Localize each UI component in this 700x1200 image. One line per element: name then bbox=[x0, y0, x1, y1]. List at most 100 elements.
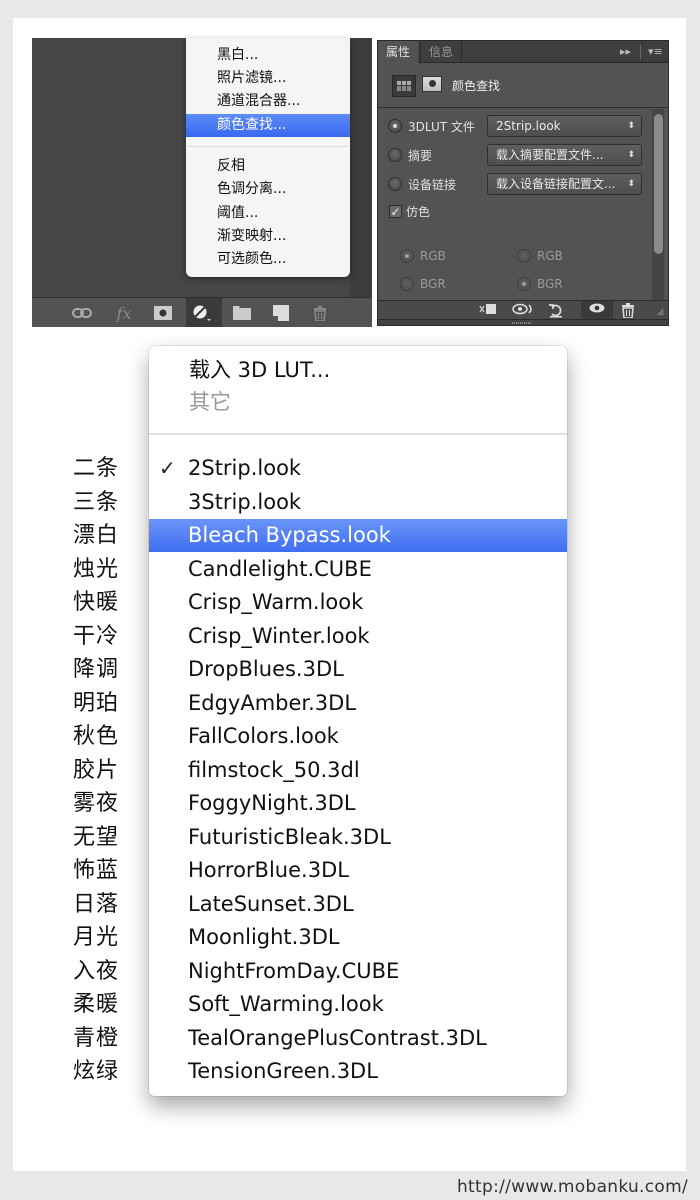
layer-mask-icon[interactable] bbox=[422, 76, 442, 92]
mask-icon[interactable] bbox=[153, 304, 173, 322]
lut-item[interactable]: filmstock_50.3dl bbox=[149, 754, 567, 787]
lut-item-label: NightFromDay.CUBE bbox=[188, 958, 400, 983]
lut-item-label: DropBlues.3DL bbox=[188, 657, 344, 681]
lut-item[interactable]: Bleach Bypass.look bbox=[149, 519, 567, 552]
scrollbar-thumb[interactable] bbox=[654, 114, 663, 254]
resize-grip-icon[interactable]: ◢ bbox=[650, 307, 670, 317]
label-abstract: 摘要 bbox=[408, 148, 433, 163]
lut-item[interactable]: LateSunset.3DL bbox=[149, 888, 567, 921]
radio-device-link[interactable] bbox=[388, 177, 402, 191]
menu-item-photo-filter[interactable]: 照片滤镜... bbox=[186, 67, 350, 90]
lut-item[interactable]: Soft_Warming.look bbox=[149, 988, 567, 1021]
chinese-name-label: 月光 bbox=[73, 925, 120, 950]
lut-item[interactable]: DropBlues.3DL bbox=[149, 653, 567, 686]
adjustment-icon[interactable] bbox=[192, 304, 212, 322]
lut-item[interactable]: FuturisticBleak.3DL bbox=[149, 821, 567, 854]
select-3dlut[interactable]: 2Strip.look ⬍ bbox=[487, 115, 642, 137]
row-abstract: 摘要 bbox=[388, 144, 432, 166]
menu-item-invert[interactable]: 反相 bbox=[186, 155, 350, 178]
lut-item[interactable]: FoggyNight.3DL bbox=[149, 787, 567, 820]
folder-icon[interactable] bbox=[232, 304, 252, 322]
label-device-link: 设备链接 bbox=[408, 177, 457, 192]
order-left-bgr[interactable]: BGR bbox=[400, 273, 446, 295]
menu-item-gradient-map[interactable]: 渐变映射... bbox=[186, 225, 350, 248]
order-right-rgb[interactable]: RGB bbox=[517, 245, 563, 267]
lut-item[interactable]: Moonlight.3DL bbox=[149, 921, 567, 954]
menu-item-black-white[interactable]: 黑白... bbox=[186, 44, 350, 67]
collapse-icon[interactable]: ▸▸ bbox=[620, 45, 631, 58]
chinese-name-label: 日落 bbox=[73, 891, 120, 917]
new-layer-icon[interactable] bbox=[271, 304, 291, 322]
select-arrows-icon: ⬍ bbox=[627, 121, 635, 131]
menu-item-selective-color[interactable]: 可选颜色... bbox=[186, 248, 350, 271]
lut-item[interactable]: TealOrangePlusContrast.3DL bbox=[149, 1022, 567, 1055]
adjustment-grid-icon[interactable] bbox=[392, 75, 416, 97]
layers-panel-edge bbox=[350, 38, 372, 298]
radio-bgr-right[interactable] bbox=[517, 277, 531, 291]
checkmark-icon: ✓ bbox=[159, 456, 176, 480]
chinese-name-label: 雾夜 bbox=[73, 791, 120, 816]
link-icon[interactable] bbox=[72, 304, 92, 322]
order-left-rgb[interactable]: RGB bbox=[400, 245, 446, 267]
tab-info[interactable]: 信息 bbox=[420, 41, 463, 63]
chinese-name-label: 明珀 bbox=[73, 690, 120, 716]
dropdown-separator bbox=[149, 433, 567, 435]
lut-item[interactable]: HorrorBlue.3DL bbox=[149, 854, 567, 887]
other-section-label: 其它 bbox=[189, 390, 231, 414]
select-abstract[interactable]: 载入摘要配置文件... ⬍ bbox=[487, 144, 642, 166]
chinese-name-label: 漂白 bbox=[73, 523, 120, 548]
lut-item-label: TensionGreen.3DL bbox=[188, 1059, 378, 1083]
dither-checkbox[interactable]: ✓ bbox=[389, 204, 402, 218]
lut-item-label: 3Strip.look bbox=[188, 489, 302, 514]
chinese-name-label: 干冷 bbox=[73, 623, 120, 649]
menu-item-threshold[interactable]: 阈值... bbox=[186, 202, 350, 225]
menu-item-color-lookup[interactable]: 颜色查找... bbox=[186, 114, 350, 137]
lut-item[interactable]: FallColors.look bbox=[149, 720, 567, 753]
lut-item[interactable]: Crisp_Warm.look bbox=[149, 586, 567, 619]
radio-rgb-left[interactable] bbox=[400, 249, 414, 263]
chinese-name-label: 青橙 bbox=[73, 1025, 120, 1051]
tab-properties[interactable]: 属性 bbox=[378, 41, 419, 63]
lut-dropdown-menu: 载入 3D LUT... 其它 ✓ 2Strip.look 3Strip.look B… bbox=[149, 346, 567, 1096]
load-3d-lut-item[interactable]: 载入 3D LUT... bbox=[189, 354, 330, 384]
adjustment-menu: 黑白... 照片滤镜... 通道混合器... 颜色查找... 反相 色调分离..… bbox=[186, 38, 350, 277]
trash-icon[interactable] bbox=[310, 304, 330, 322]
lut-item[interactable]: Crisp_Winter.look bbox=[149, 620, 567, 653]
radio-abstract[interactable] bbox=[388, 148, 402, 162]
lut-item-label: EdgyAmber.3DL bbox=[188, 690, 357, 715]
lut-item[interactable]: Candlelight.CUBE bbox=[149, 553, 567, 586]
lut-item[interactable]: 3Strip.look bbox=[149, 486, 567, 519]
order-right-bgr[interactable]: BGR bbox=[517, 273, 563, 295]
panel-menu-icon[interactable]: ▾≡ bbox=[648, 45, 663, 58]
lut-item-label: Crisp_Warm.look bbox=[188, 590, 364, 614]
chinese-name-label: 降调 bbox=[73, 657, 120, 682]
radio-3dlut[interactable] bbox=[388, 119, 402, 133]
lut-item[interactable]: NightFromDay.CUBE bbox=[149, 955, 567, 988]
panel-drag-grip[interactable] bbox=[378, 319, 668, 325]
fx-icon[interactable]: fx bbox=[114, 304, 134, 323]
radio-rgb-right[interactable] bbox=[517, 249, 531, 263]
lut-item[interactable]: TensionGreen.3DL bbox=[149, 1055, 567, 1088]
menu-separator bbox=[188, 146, 348, 147]
radio-bgr-left[interactable] bbox=[400, 277, 414, 291]
clip-to-layer-icon[interactable] bbox=[478, 302, 498, 320]
row-dither: ✓ 仿色 bbox=[389, 200, 430, 222]
select-device-link[interactable]: 载入设备链接配置文... ⬍ bbox=[487, 173, 642, 195]
row-3dlut: 3DLUT 文件 bbox=[388, 115, 475, 137]
lut-item-label: Crisp_Winter.look bbox=[188, 623, 370, 648]
lut-item[interactable]: ✓ 2Strip.look bbox=[149, 452, 567, 485]
chinese-name-list: 二条 三条 漂白 烛光 快暖 干冷 降调 明珀 秋色 胶片 雾夜 无望 怖蓝 日落 月光 入夜 柔暖 青橙 炫绿 bbox=[73, 452, 133, 1089]
lut-item-label: filmstock_50.3dl bbox=[188, 757, 360, 782]
lut-item-label: TealOrangePlusContrast.3DL bbox=[188, 1025, 487, 1050]
select-arrows-icon: ⬍ bbox=[627, 150, 635, 160]
chinese-name-label: 入夜 bbox=[73, 958, 120, 984]
lut-item-label: Soft_Warming.look bbox=[188, 992, 384, 1016]
lut-item-label: HorrorBlue.3DL bbox=[188, 858, 349, 882]
lut-item[interactable]: EdgyAmber.3DL bbox=[149, 687, 567, 720]
visibility-eye-icon[interactable] bbox=[587, 302, 607, 318]
menu-item-channel-mixer[interactable]: 通道混合器... bbox=[186, 90, 350, 113]
scrollbar[interactable] bbox=[652, 109, 664, 301]
lut-item-label: LateSunset.3DL bbox=[188, 891, 354, 916]
menu-item-posterize[interactable]: 色调分离... bbox=[186, 178, 350, 201]
view-previous-state-icon[interactable] bbox=[512, 302, 532, 320]
